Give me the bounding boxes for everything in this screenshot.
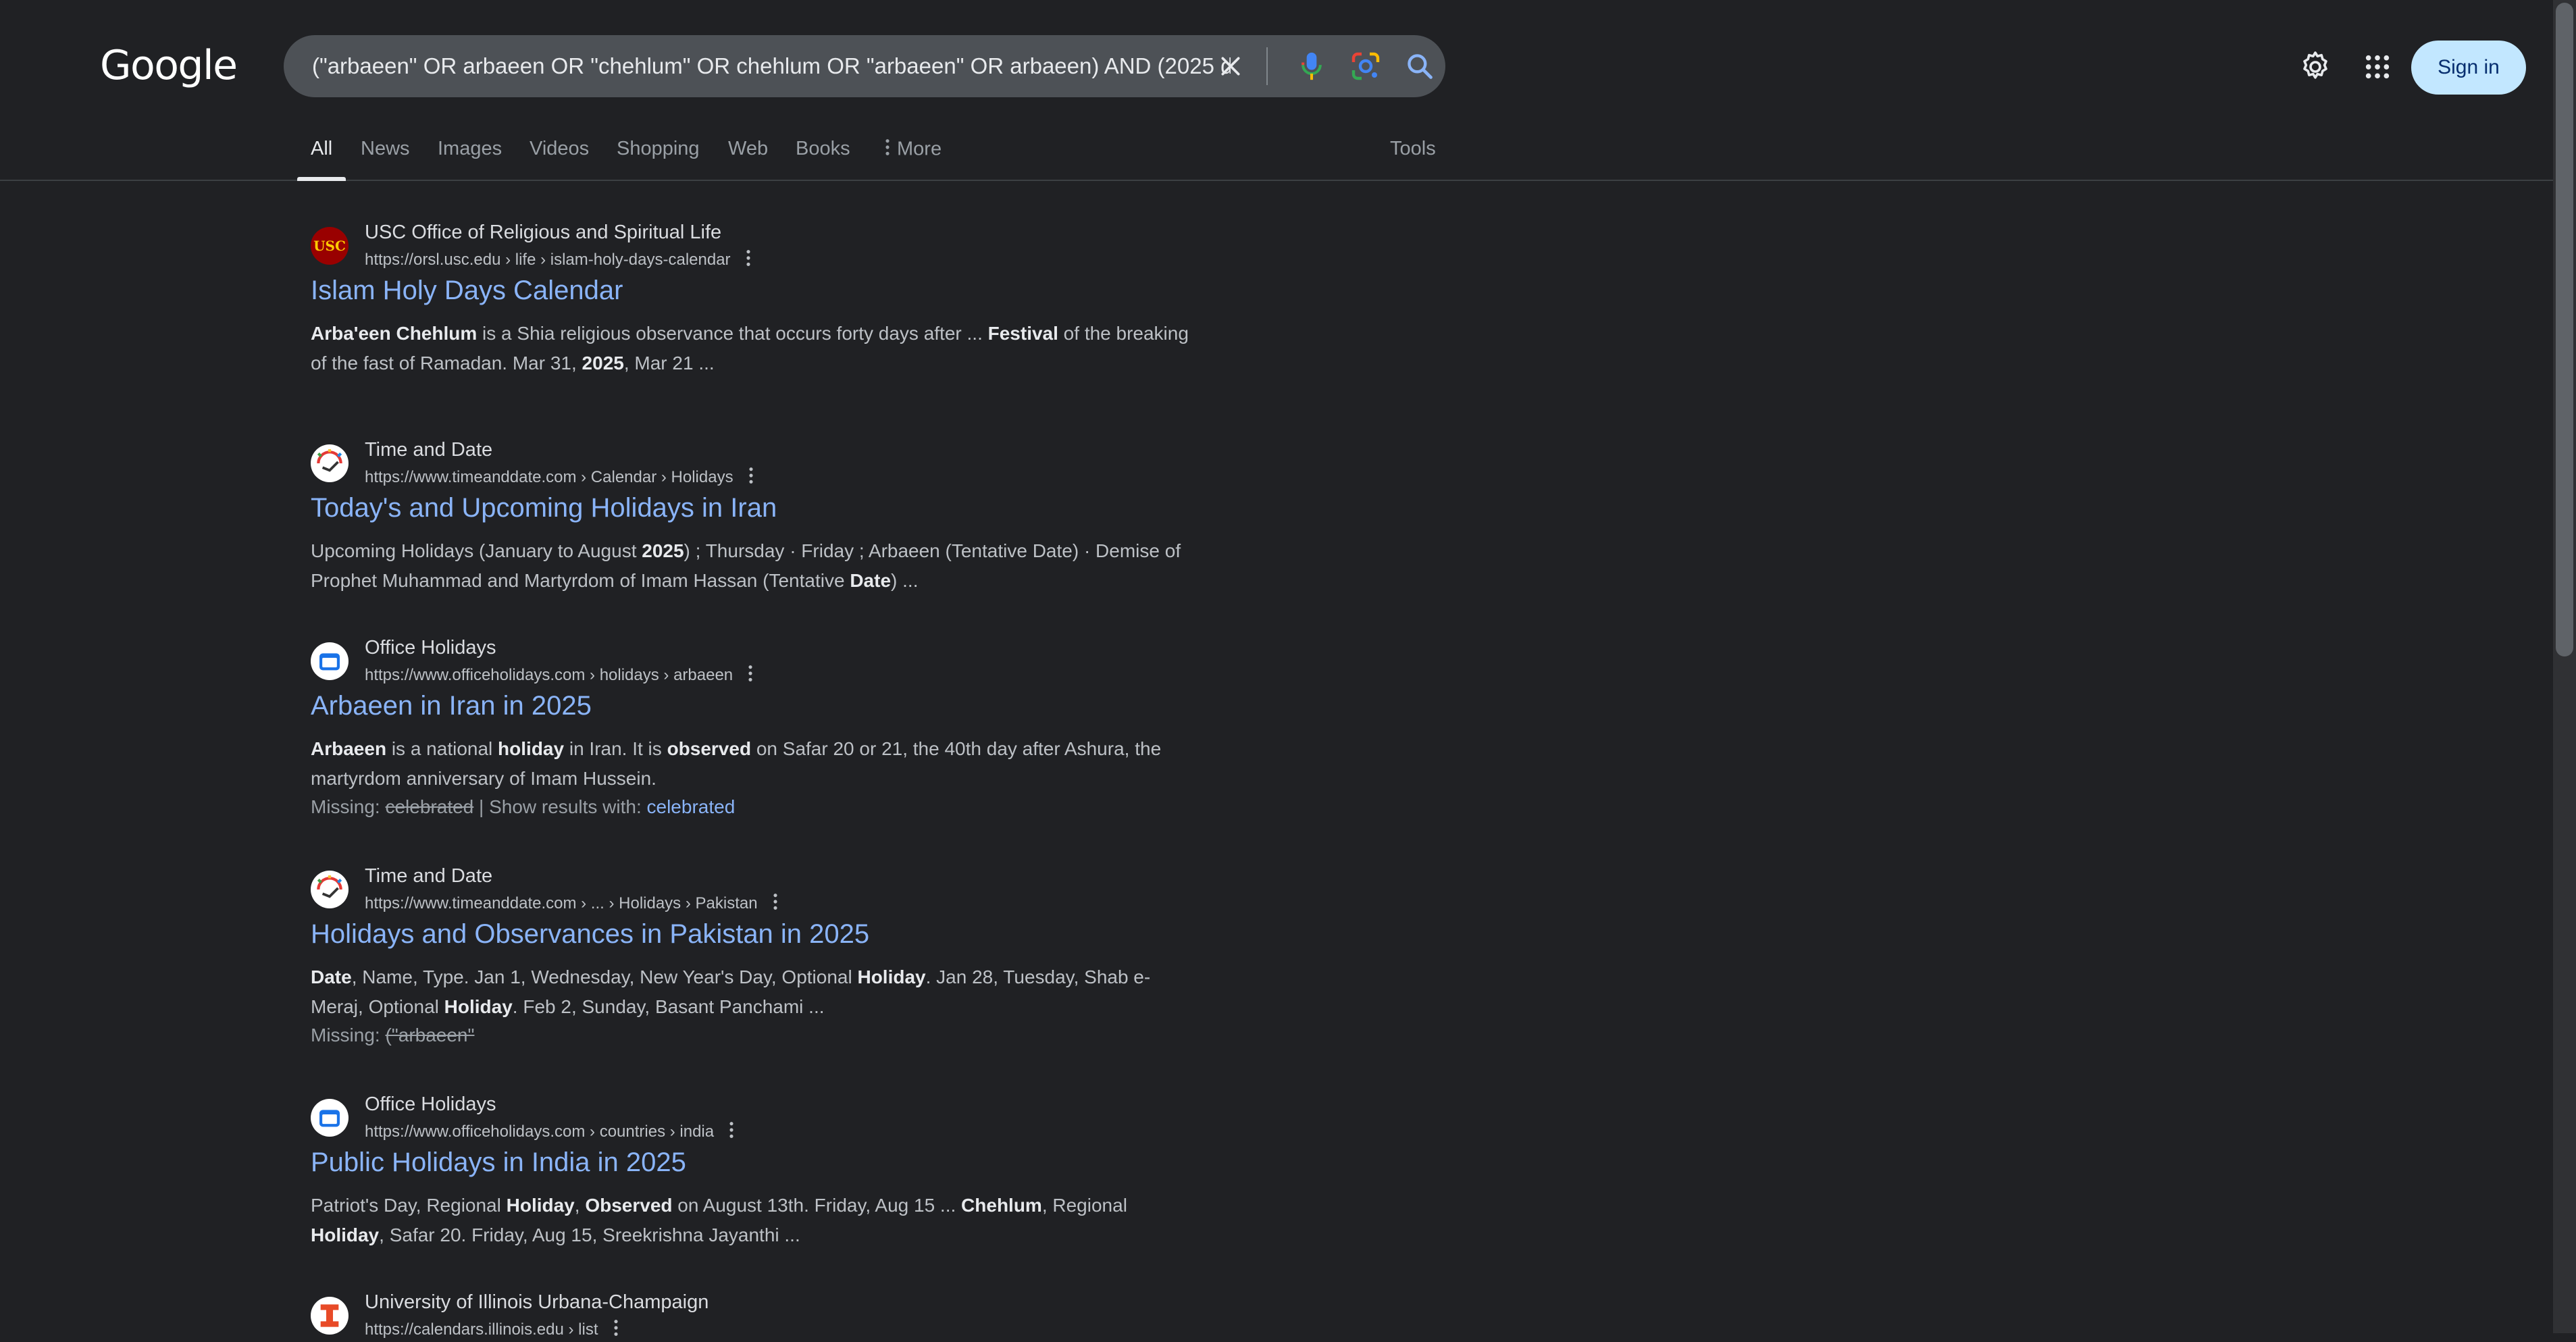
result-title-link[interactable]: Public Holidays in India in 2025 bbox=[311, 1147, 686, 1178]
result-url[interactable]: https://www.officeholidays.com › countri… bbox=[365, 1120, 734, 1144]
result-site-name: Office Holidays bbox=[365, 1093, 496, 1115]
result-site-name: Time and Date bbox=[365, 865, 493, 887]
result-url[interactable]: https://www.timeanddate.com › Calendar ›… bbox=[365, 466, 754, 490]
result-url[interactable]: https://orsl.usc.edu › life › islam-holy… bbox=[365, 249, 751, 272]
more-vertical-icon bbox=[885, 138, 890, 162]
missing-terms-line: Missing: celebrated | Show results with:… bbox=[311, 796, 736, 817]
voice-search-icon[interactable] bbox=[1294, 49, 1329, 84]
result-site-name: USC Office of Religious and Spiritual Li… bbox=[365, 222, 722, 243]
search-box-divider bbox=[1266, 47, 1268, 85]
result-title-link[interactable]: Today's and Upcoming Holidays in Iran bbox=[311, 493, 777, 523]
tab-news[interactable]: News bbox=[361, 138, 410, 180]
missing-term: celebrated bbox=[385, 796, 474, 817]
result-options-icon[interactable] bbox=[729, 1120, 734, 1144]
search-input[interactable] bbox=[312, 35, 1231, 97]
missing-terms-line: Missing: ("arbaeen" bbox=[311, 1025, 475, 1046]
result-title-link[interactable]: Arbaeen in Iran in 2025 bbox=[311, 691, 592, 721]
result-snippet: Arbaeen is a national holiday in Iran. I… bbox=[311, 738, 1162, 789]
usc-favicon-icon: USC bbox=[311, 227, 349, 265]
tools-button[interactable]: Tools bbox=[1390, 138, 1436, 180]
result-snippet: Date, Name, Type. Jan 1, Wednesday, New … bbox=[311, 966, 1151, 1017]
tab-books[interactable]: Books bbox=[796, 138, 850, 180]
settings-gear-icon[interactable] bbox=[2295, 47, 2336, 87]
result-options-icon[interactable] bbox=[746, 249, 751, 272]
search-box[interactable] bbox=[284, 35, 1445, 97]
clear-search-icon[interactable] bbox=[1213, 49, 1248, 84]
lens-search-icon[interactable] bbox=[1348, 49, 1383, 84]
google-logo[interactable]: Google bbox=[100, 42, 238, 89]
result-url[interactable]: https://www.officeholidays.com › holiday… bbox=[365, 664, 753, 688]
result-snippet: Upcoming Holidays (January to August 202… bbox=[311, 540, 1181, 591]
result-site-name: Time and Date bbox=[365, 439, 493, 461]
result-snippet: Patriot's Day, Regional Holiday, Observe… bbox=[311, 1195, 1127, 1245]
sign-in-button[interactable]: Sign in bbox=[2411, 41, 2526, 95]
tab-more[interactable]: More bbox=[885, 138, 942, 180]
tab-shopping[interactable]: Shopping bbox=[617, 138, 700, 180]
result-url[interactable]: https://www.timeanddate.com › ... › Holi… bbox=[365, 892, 778, 916]
tab-more-label: More bbox=[897, 138, 942, 160]
search-results-page: Google ("arbaeen" OR arbaeen OR "chehlum… bbox=[0, 0, 2553, 1339]
search-submit-icon[interactable] bbox=[1402, 49, 1437, 84]
tab-all[interactable]: All bbox=[297, 138, 346, 181]
result-options-icon[interactable] bbox=[613, 1318, 619, 1342]
search-tabs: All News Images Videos Shopping Web Book… bbox=[0, 128, 2553, 181]
result-title-link[interactable]: Holidays and Observances in Pakistan in … bbox=[311, 919, 869, 950]
result-options-icon[interactable] bbox=[748, 466, 754, 490]
scrollbar-thumb[interactable] bbox=[2556, 3, 2573, 656]
apps-grid-icon[interactable] bbox=[2357, 47, 2398, 87]
tab-images[interactable]: Images bbox=[438, 138, 502, 180]
show-results-with-link[interactable]: celebrated bbox=[647, 796, 736, 817]
clock-favicon-icon bbox=[311, 444, 349, 482]
missing-term: ("arbaeen" bbox=[385, 1025, 475, 1046]
result-snippet: Arba'een Chehlum is a Shia religious obs… bbox=[311, 323, 1189, 373]
result-options-icon[interactable] bbox=[773, 892, 778, 916]
calendar-favicon-icon bbox=[311, 642, 349, 680]
page-scrollbar[interactable] bbox=[2553, 0, 2576, 1333]
tab-web[interactable]: Web bbox=[728, 138, 768, 180]
calendar-favicon-icon bbox=[311, 1099, 349, 1137]
result-options-icon[interactable] bbox=[748, 664, 753, 688]
result-title-link[interactable]: Islam Holy Days Calendar bbox=[311, 276, 623, 306]
result-site-name: University of Illinois Urbana-Champaign bbox=[365, 1291, 709, 1313]
clock-favicon-icon bbox=[311, 871, 349, 908]
result-url[interactable]: https://calendars.illinois.edu › list bbox=[365, 1318, 619, 1342]
illinois-block-i-favicon-icon bbox=[311, 1297, 349, 1335]
tab-videos[interactable]: Videos bbox=[530, 138, 589, 180]
result-site-name: Office Holidays bbox=[365, 637, 496, 659]
